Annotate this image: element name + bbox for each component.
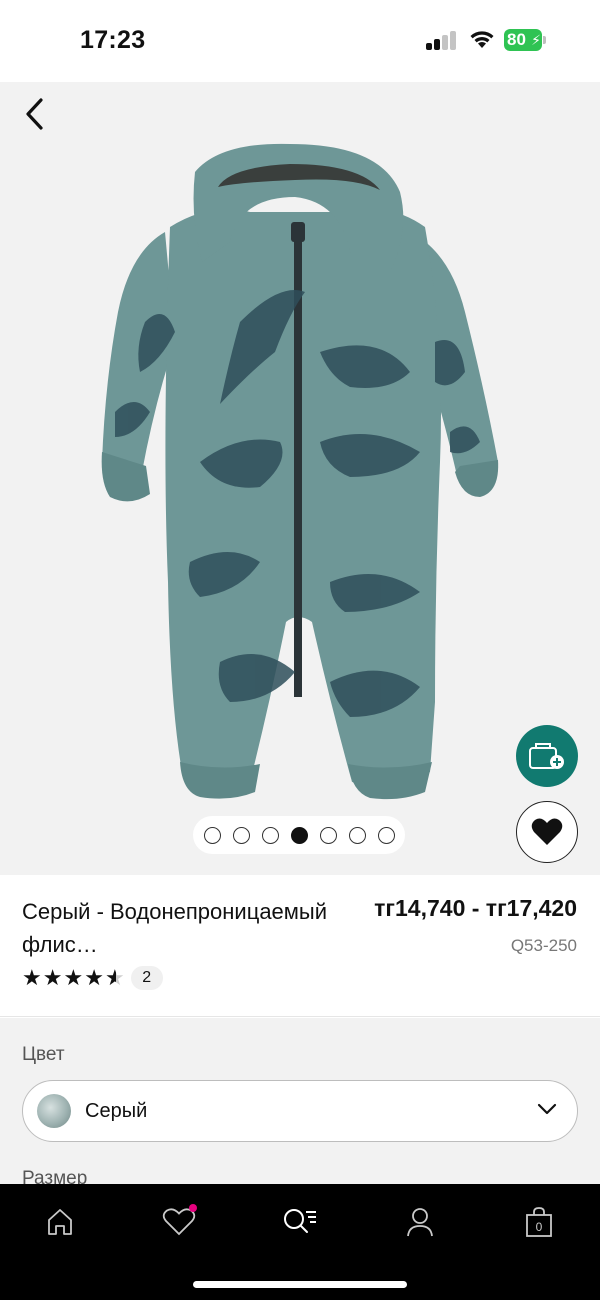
bag-count: 0 [536, 1220, 543, 1234]
home-icon [48, 1209, 72, 1235]
wallet-add-button[interactable] [516, 725, 578, 787]
nav-account[interactable] [400, 1202, 440, 1242]
product-sku: Q53-250 [510, 936, 577, 955]
color-label: Цвет [22, 1044, 65, 1065]
product-title[interactable]: Серый - Водонепроницаемый флис… [22, 895, 362, 961]
charging-icon: ⚡ [531, 32, 541, 48]
wishlist-notification-dot [189, 1204, 197, 1212]
star-half-icon: ★ [104, 965, 125, 990]
pager-dot[interactable] [348, 826, 366, 844]
star-icon: ★ [84, 965, 104, 990]
image-pager[interactable] [193, 816, 405, 854]
nav-bag[interactable]: 0 [519, 1202, 559, 1242]
search-menu-icon [284, 1209, 316, 1233]
bottom-nav: 0 [0, 1184, 600, 1300]
star-icon: ★ [63, 965, 84, 990]
product-info: Серый - Водонепроницаемый флис… тг14,740… [0, 875, 600, 1017]
size-label: Размер [22, 1168, 88, 1184]
wishlist-button[interactable] [516, 801, 578, 863]
battery-level: 80 [507, 30, 526, 49]
account-icon [407, 1208, 433, 1237]
product-image [101, 143, 499, 800]
wifi-icon [470, 31, 494, 48]
pager-dot[interactable] [319, 826, 337, 844]
rating[interactable]: ★ ★ ★ ★ ★ 2 [22, 966, 163, 990]
review-count-badge[interactable]: 2 [130, 966, 163, 990]
bag-icon: 0 [526, 1207, 552, 1237]
home-indicator [193, 1281, 407, 1288]
pager-dot-active[interactable] [290, 826, 308, 844]
pager-dot[interactable] [377, 826, 395, 844]
star-icon: ★ [42, 965, 63, 990]
chevron-left-icon [26, 98, 43, 130]
pager-dot[interactable] [232, 826, 250, 844]
heart-icon [531, 818, 563, 845]
battery-icon: 80 ⚡ [504, 29, 542, 51]
nav-home[interactable] [40, 1202, 80, 1242]
battery-cap [543, 36, 546, 44]
wallet-add-icon [529, 743, 564, 769]
status-time: 17:23 [80, 26, 146, 54]
star-icon: ★ [22, 965, 42, 990]
back-button[interactable] [14, 94, 54, 134]
product-options: Цвет Серый Размер [0, 1018, 600, 1184]
status-bar: 17:23 80 ⚡ [0, 0, 600, 82]
pager-dot[interactable] [261, 826, 279, 844]
color-swatch [37, 1094, 71, 1128]
product-gallery[interactable] [0, 82, 600, 875]
rating-stars: ★ ★ ★ ★ ★ [22, 967, 125, 989]
chevron-down-icon [537, 1103, 557, 1115]
pager-dot[interactable] [203, 826, 221, 844]
product-price: тг14,740 - тг17,420 [374, 895, 577, 921]
nav-search[interactable] [280, 1202, 320, 1242]
color-value: Серый [85, 1099, 148, 1122]
signal-icon [426, 30, 458, 50]
color-select[interactable]: Серый [22, 1080, 578, 1142]
